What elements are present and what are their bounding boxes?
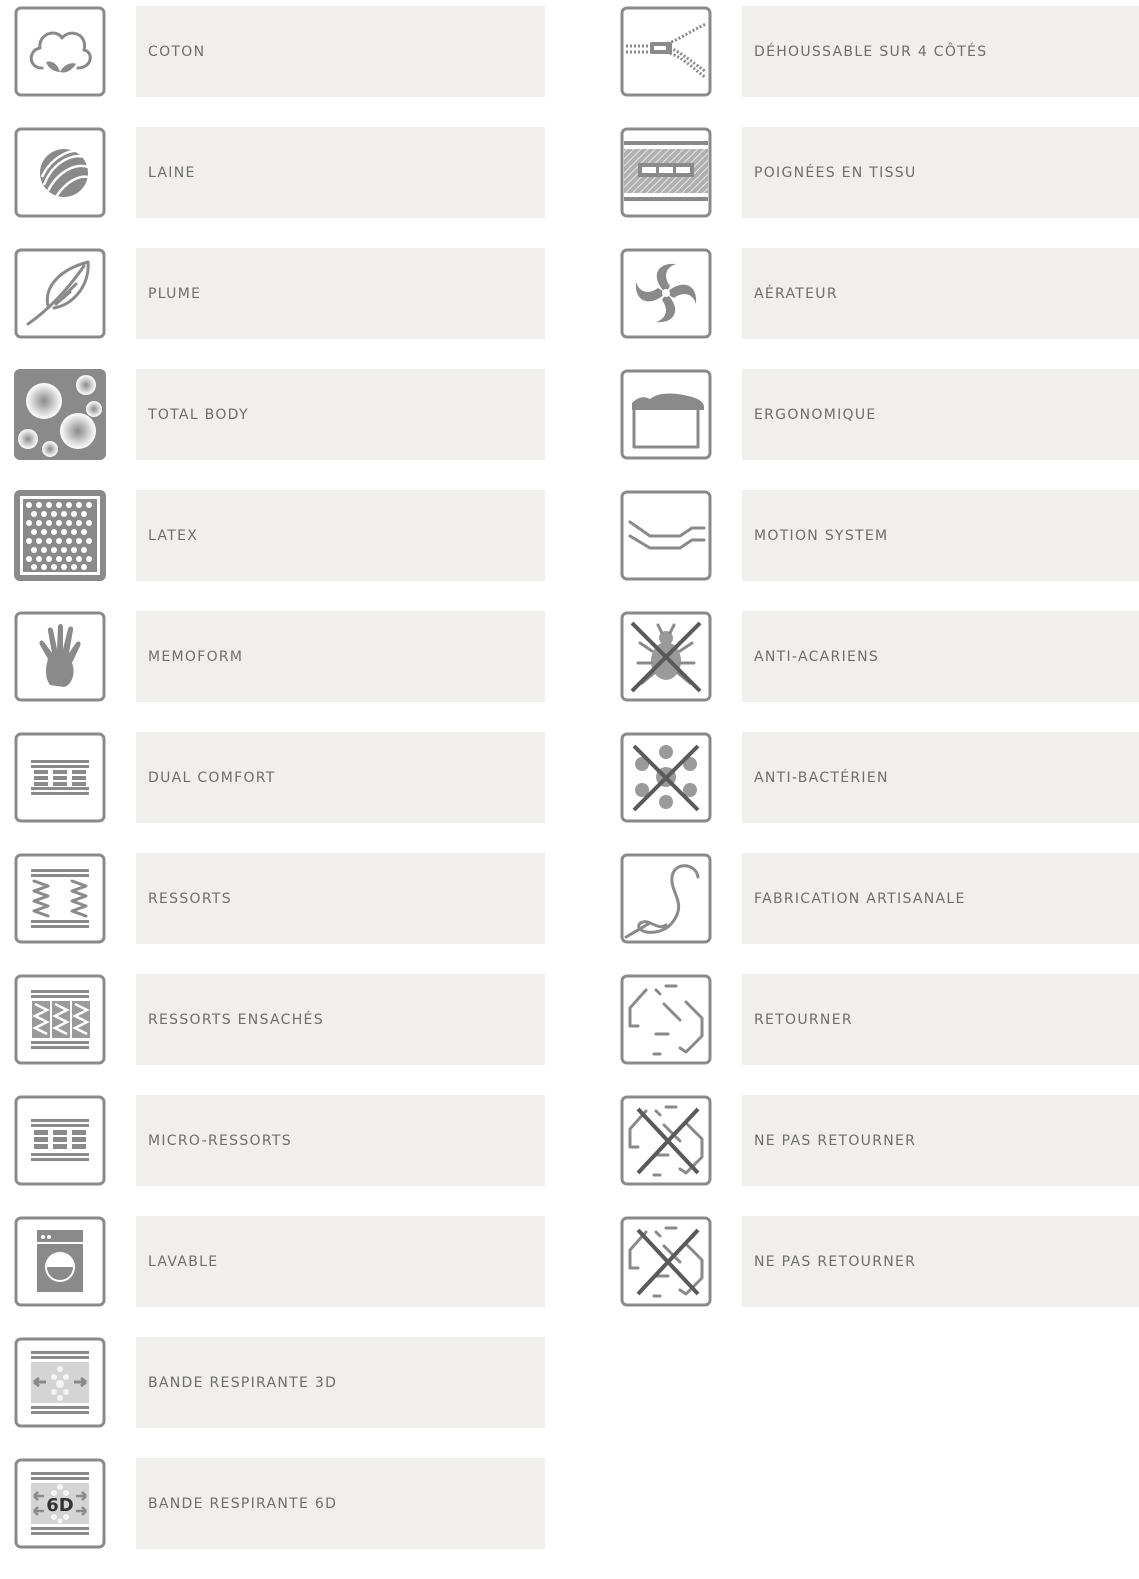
label-box: DUAL COMFORT xyxy=(136,732,545,823)
total-body-icon xyxy=(14,369,106,460)
pocket-springs-icon xyxy=(14,974,106,1065)
anti-bacterial-icon xyxy=(620,732,712,823)
label-box: AÉRATEUR xyxy=(742,248,1139,339)
label-box: LAVABLE xyxy=(136,1216,545,1307)
zipper-icon xyxy=(620,6,712,97)
feature-label: LATEX xyxy=(148,527,199,544)
label-box: BANDE RESPIRANTE 6D xyxy=(136,1458,545,1549)
ergonomic-icon xyxy=(620,369,712,460)
label-box: NE PAS RETOURNER xyxy=(742,1095,1139,1186)
latex-icon xyxy=(14,490,106,581)
feature-label: LAVABLE xyxy=(148,1253,219,1270)
fabric-handles-icon xyxy=(620,127,712,218)
feature-label: FABRICATION ARTISANALE xyxy=(754,890,966,907)
label-box: PLUME xyxy=(136,248,545,339)
flip-icon xyxy=(620,974,712,1065)
label-box: MEMOFORM xyxy=(136,611,545,702)
band-badge: 6D xyxy=(46,1495,73,1516)
label-box: MOTION SYSTEM xyxy=(742,490,1139,581)
breathable-band-3d-icon xyxy=(14,1337,106,1428)
feature-label: ANTI-BACTÉRIEN xyxy=(754,769,889,786)
dual-comfort-icon xyxy=(14,732,106,823)
label-box: BANDE RESPIRANTE 3D xyxy=(136,1337,545,1428)
feature-label: BANDE RESPIRANTE 6D xyxy=(148,1495,338,1512)
feature-label: MOTION SYSTEM xyxy=(754,527,889,544)
memoform-hand-icon xyxy=(14,611,106,702)
feature-label: RETOURNER xyxy=(754,1011,853,1028)
springs-icon xyxy=(14,853,106,944)
feature-label: MEMOFORM xyxy=(148,648,244,665)
feature-label: ANTI-ACARIENS xyxy=(754,648,880,665)
label-box: MICRO-RESSORTS xyxy=(136,1095,545,1186)
feature-label: RESSORTS ENSACHÉS xyxy=(148,1011,324,1028)
feature-label: MICRO-RESSORTS xyxy=(148,1132,292,1149)
cotton-icon xyxy=(14,6,106,97)
label-box: NE PAS RETOURNER xyxy=(742,1216,1139,1307)
aerator-icon xyxy=(620,248,712,339)
feather-icon xyxy=(14,248,106,339)
no-flip-icon xyxy=(620,1095,712,1186)
feature-label: DUAL COMFORT xyxy=(148,769,276,786)
feature-label: COTON xyxy=(148,43,206,60)
label-box: COTON xyxy=(136,6,545,97)
label-box: LAINE xyxy=(136,127,545,218)
label-box: RESSORTS ENSACHÉS xyxy=(136,974,545,1065)
feature-label: RESSORTS xyxy=(148,890,232,907)
feature-label: AÉRATEUR xyxy=(754,285,838,302)
label-box: ANTI-ACARIENS xyxy=(742,611,1139,702)
feature-label: BANDE RESPIRANTE 3D xyxy=(148,1374,338,1391)
feature-label: LAINE xyxy=(148,164,196,181)
label-box: ERGONOMIQUE xyxy=(742,369,1139,460)
micro-springs-icon xyxy=(14,1095,106,1186)
label-box: ANTI-BACTÉRIEN xyxy=(742,732,1139,823)
feature-label: TOTAL BODY xyxy=(148,406,249,423)
feature-label: ERGONOMIQUE xyxy=(754,406,877,423)
no-flip-icon xyxy=(620,1216,712,1307)
feature-label: DÉHOUSSABLE SUR 4 CÔTÉS xyxy=(754,43,988,60)
label-box: RETOURNER xyxy=(742,974,1139,1065)
feature-label: POIGNÉES EN TISSU xyxy=(754,164,917,181)
handmade-icon xyxy=(620,853,712,944)
motion-system-icon xyxy=(620,490,712,581)
breathable-band-6d-icon: 6D xyxy=(14,1458,106,1549)
anti-mite-icon xyxy=(620,611,712,702)
label-box: RESSORTS xyxy=(136,853,545,944)
label-box: TOTAL BODY xyxy=(136,369,545,460)
label-box: FABRICATION ARTISANALE xyxy=(742,853,1139,944)
label-box: DÉHOUSSABLE SUR 4 CÔTÉS xyxy=(742,6,1139,97)
label-box: LATEX xyxy=(136,490,545,581)
feature-label: PLUME xyxy=(148,285,202,302)
washing-machine-icon xyxy=(14,1216,106,1307)
label-box: POIGNÉES EN TISSU xyxy=(742,127,1139,218)
wool-icon xyxy=(14,127,106,218)
feature-label: NE PAS RETOURNER xyxy=(754,1132,917,1149)
feature-label: NE PAS RETOURNER xyxy=(754,1253,917,1270)
